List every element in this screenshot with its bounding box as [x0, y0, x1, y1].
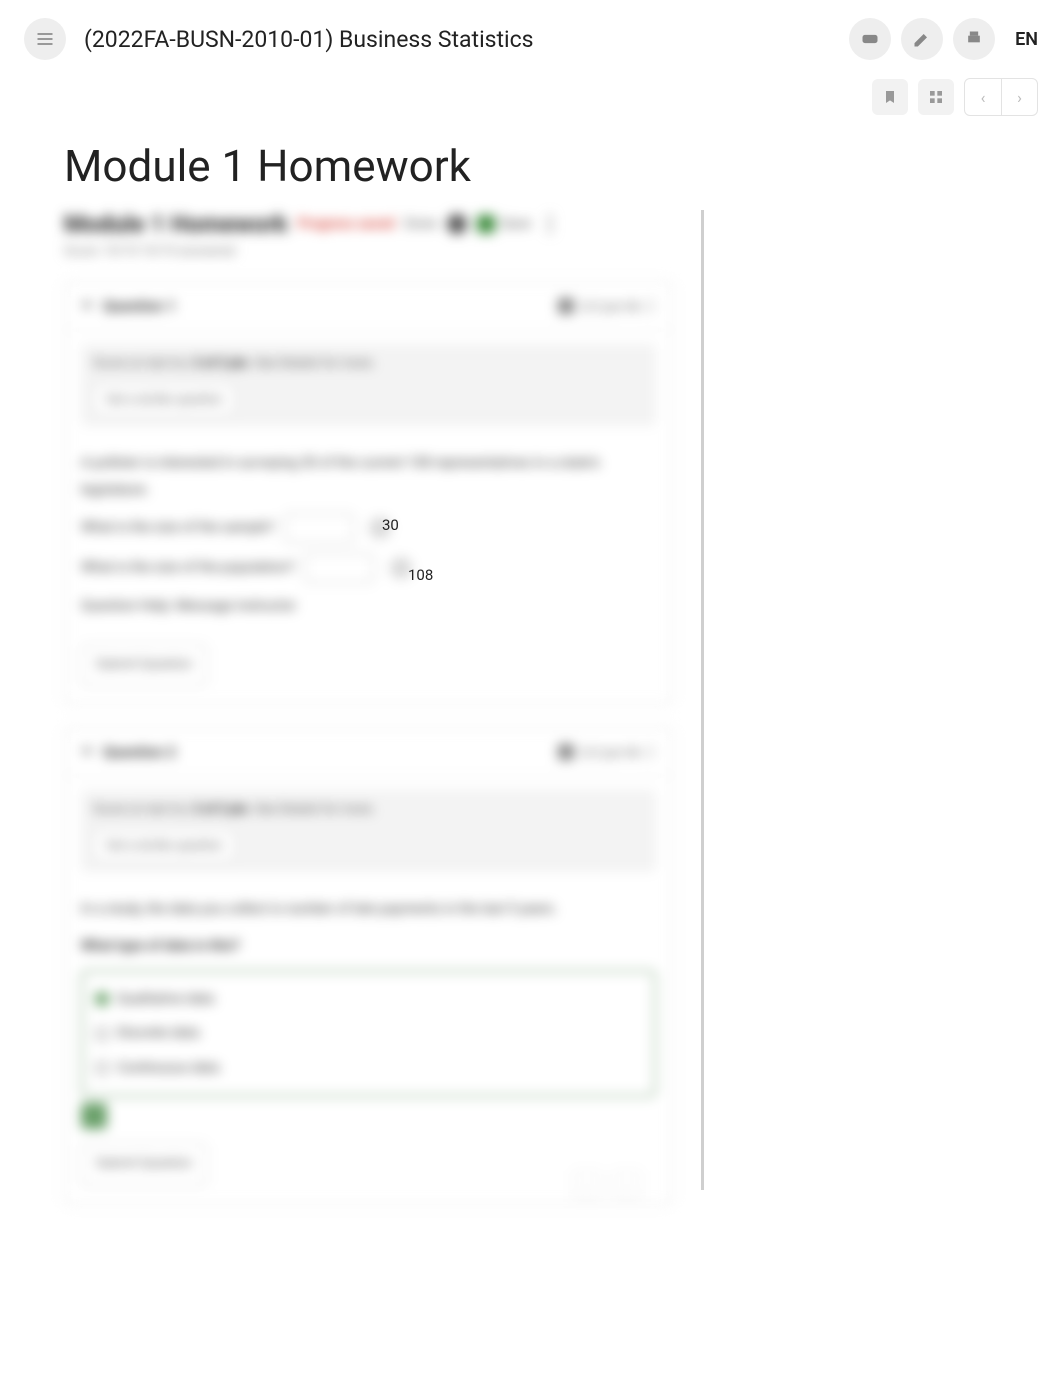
done-label: Done: [405, 216, 437, 232]
doc-pager: ‹ ›: [573, 1171, 641, 1199]
population-size-value: 108: [398, 560, 468, 590]
sample-size-label: What is the size of the sample?: [81, 520, 274, 536]
population-size-label: What is the size of the population?: [81, 560, 295, 576]
grid-button[interactable]: [918, 79, 954, 115]
option-discrete[interactable]: Discrete data: [95, 1016, 642, 1051]
progress-saved-label: Progress saved: [298, 216, 395, 232]
sample-size-value: 30: [372, 510, 442, 540]
submit-question-button[interactable]: Submit Question: [81, 1143, 207, 1186]
correct-check-icon: [81, 1103, 107, 1129]
score-summary: Score: 10/10 10/10 answered: [64, 244, 673, 259]
answer-options: Qualitative data Discrete data Continuou…: [81, 970, 656, 1098]
option-qualitative[interactable]: Qualitative data: [95, 982, 642, 1017]
edit-icon[interactable]: [901, 18, 943, 60]
attempt-banner: Score on last try: 2 of 2 pts. See Detai…: [81, 790, 656, 872]
info-icon: [447, 214, 467, 234]
page-title: Module 1 Homework: [0, 116, 1062, 210]
save-indicator: Save: [477, 215, 531, 233]
question-title: Question 1: [103, 297, 558, 315]
question-card: Question 1 2/2 pts 96 ⓘ Score on last tr…: [64, 281, 673, 705]
question-prompt: A pollster is interested in surveying 30…: [81, 450, 656, 503]
question-score: 2/2 pts 96 ⓘ: [558, 742, 656, 761]
population-size-input[interactable]: [304, 553, 374, 583]
chevron-down-icon[interactable]: [81, 302, 93, 310]
kebab-icon[interactable]: [541, 215, 559, 233]
course-title: (2022FA-BUSN-2010-01) Business Statistic…: [84, 26, 831, 53]
submit-question-button[interactable]: Submit Question: [81, 644, 207, 687]
option-continuous[interactable]: Continuous data: [95, 1051, 642, 1086]
prev-page-button[interactable]: ‹: [965, 79, 1001, 115]
question-card: Question 2 2/2 pts 96 ⓘ Score on last tr…: [64, 727, 673, 1205]
menu-button[interactable]: [24, 18, 66, 60]
bookmark-button[interactable]: [872, 79, 908, 115]
pager-prev-button[interactable]: ‹: [573, 1171, 601, 1199]
question-prompt: In a study, the data you collect is numb…: [81, 896, 656, 923]
language-toggle[interactable]: EN: [1015, 29, 1038, 50]
retry-button[interactable]: Get a similar question: [93, 383, 235, 416]
assignment-title: Module 1 Homework: [64, 210, 288, 238]
question-title: Question 2: [103, 743, 558, 761]
chevron-down-icon[interactable]: [81, 748, 93, 756]
question-ask: What type of data is this?: [81, 938, 240, 954]
vr-icon[interactable]: [849, 18, 891, 60]
attempt-banner: Score on last try: 2 of 2 pts. See Detai…: [81, 344, 656, 426]
embedded-document: 30 108 Module 1 Homework Progress saved …: [64, 210, 704, 1190]
question-help: Question Help: Message instructor: [81, 593, 656, 620]
next-page-button[interactable]: ›: [1001, 79, 1037, 115]
retry-button[interactable]: Get a similar question: [93, 829, 235, 862]
sample-size-input[interactable]: [284, 513, 354, 543]
page-nav: ‹ ›: [964, 78, 1038, 116]
print-icon[interactable]: [953, 18, 995, 60]
assignment-header: Module 1 Homework Progress saved Done Sa…: [64, 210, 673, 238]
question-score: 2/2 pts 96 ⓘ: [558, 296, 656, 315]
pager-next-button[interactable]: ›: [613, 1171, 641, 1199]
